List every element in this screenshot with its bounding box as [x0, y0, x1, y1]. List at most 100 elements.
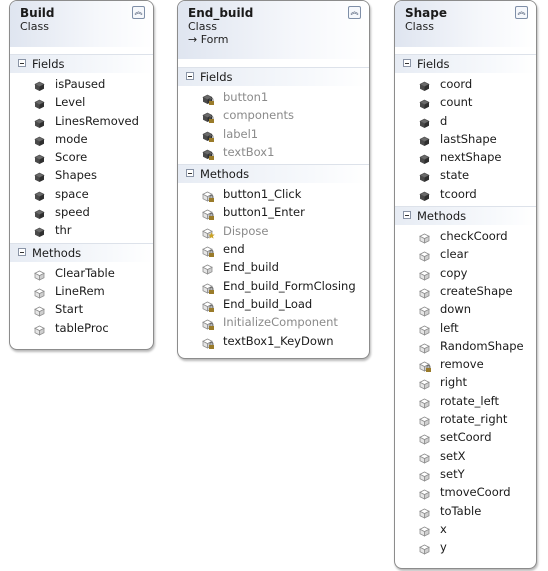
method-item[interactable]: rotate_right — [395, 410, 536, 428]
class-box-build[interactable]: Build Class ︽ Fields isPaused Level Line… — [9, 0, 154, 350]
method-item[interactable]: setY — [395, 465, 536, 483]
field-icon — [202, 92, 214, 105]
method-icon — [419, 506, 430, 519]
field-item[interactable]: coord — [395, 75, 536, 93]
member-name: mode — [55, 131, 88, 146]
method-icon — [34, 286, 45, 299]
section-title: Fields — [200, 70, 233, 84]
member-name: count — [440, 95, 473, 110]
field-item[interactable]: components — [178, 106, 369, 124]
method-icon — [419, 542, 430, 555]
method-icon — [419, 414, 430, 427]
method-item[interactable]: End_build_Load — [178, 295, 369, 313]
field-item[interactable]: tcoord — [395, 185, 536, 203]
method-item[interactable]: checkCoord — [395, 227, 536, 245]
method-icon — [419, 524, 430, 537]
field-item[interactable]: space — [10, 185, 153, 203]
member-name: tmoveCoord — [440, 485, 511, 500]
field-item[interactable]: thr — [10, 221, 153, 239]
field-item[interactable]: Shapes — [10, 166, 153, 184]
method-item[interactable]: x — [395, 520, 536, 538]
minus-box-icon[interactable] — [186, 169, 194, 178]
method-item[interactable]: LineRem — [10, 282, 153, 300]
method-item[interactable]: textBox1_KeyDown — [178, 332, 369, 350]
method-icon — [419, 396, 430, 409]
method-item[interactable]: toTable — [395, 502, 536, 520]
method-item[interactable]: Dispose — [178, 222, 369, 240]
double-chevron-up-icon[interactable]: ︽ — [132, 6, 145, 19]
methods-section-header[interactable]: Methods — [178, 164, 369, 184]
member-name: label1 — [223, 126, 259, 141]
method-item[interactable]: remove — [395, 355, 536, 373]
field-item[interactable]: button1 — [178, 88, 369, 106]
member-name: LineRem — [55, 283, 105, 298]
method-item[interactable]: tableProc — [10, 319, 153, 337]
method-item[interactable]: y — [395, 538, 536, 556]
method-icon — [419, 249, 430, 263]
method-item[interactable]: InitializeComponent — [178, 313, 369, 331]
member-name: ClearTable — [55, 265, 115, 280]
minus-box-icon[interactable] — [18, 247, 26, 256]
method-item[interactable]: button1_Click — [178, 185, 369, 203]
section-title: Methods — [417, 209, 467, 224]
member-name: button1_Enter — [223, 205, 305, 220]
fields-section-header[interactable]: Fields — [178, 67, 369, 86]
member-name: button1 — [223, 90, 269, 104]
field-item[interactable]: nextShape — [395, 148, 536, 166]
field-item[interactable]: Level — [10, 93, 153, 111]
method-icon — [419, 268, 430, 281]
field-icon — [202, 110, 214, 124]
minus-box-icon[interactable] — [186, 72, 194, 80]
method-item[interactable]: copy — [395, 264, 536, 282]
method-item[interactable]: tmoveCoord — [395, 483, 536, 501]
method-item[interactable]: RandomShape — [395, 337, 536, 355]
minus-box-icon[interactable] — [403, 211, 411, 220]
field-icon — [419, 116, 430, 128]
field-item[interactable]: lastShape — [395, 130, 536, 148]
field-item[interactable]: Score — [10, 148, 153, 166]
field-list: button1 components label1 textBox1 — [178, 86, 369, 164]
method-item[interactable]: ClearTable — [10, 264, 153, 282]
section-title: Fields — [32, 57, 65, 71]
method-icon — [419, 451, 430, 464]
method-icon — [419, 341, 430, 354]
method-item[interactable]: end — [178, 240, 369, 258]
method-item[interactable]: createShape — [395, 282, 536, 300]
fields-section-header[interactable]: Fields — [10, 54, 153, 73]
field-item[interactable]: count — [395, 93, 536, 111]
member-name: Dispose — [223, 223, 269, 238]
member-name: coord — [440, 77, 473, 91]
method-item[interactable]: End_build — [178, 258, 369, 276]
method-item[interactable]: rotate_left — [395, 392, 536, 410]
method-item[interactable]: button1_Enter — [178, 203, 369, 221]
field-item[interactable]: mode — [10, 130, 153, 148]
double-chevron-up-icon[interactable]: ︽ — [348, 6, 361, 19]
member-name: rotate_right — [440, 412, 508, 427]
method-item[interactable]: left — [395, 319, 536, 337]
field-item[interactable]: isPaused — [10, 75, 153, 93]
class-box-shape[interactable]: Shape Class ︽ Fields coord count d lastS… — [394, 0, 537, 569]
member-name: Start — [55, 302, 84, 317]
methods-section-header[interactable]: Methods — [10, 242, 153, 262]
methods-section-header[interactable]: Methods — [395, 206, 536, 226]
field-item[interactable]: label1 — [178, 125, 369, 143]
method-item[interactable]: setX — [395, 447, 536, 465]
class-box-end-build[interactable]: End_build Class → Form ︽ Fields button1 … — [177, 0, 370, 359]
method-item[interactable]: Start — [10, 300, 153, 318]
field-item[interactable]: LinesRemoved — [10, 112, 153, 130]
class-header: Shape Class ︽ — [395, 1, 536, 47]
field-item[interactable]: state — [395, 166, 536, 184]
field-item[interactable]: d — [395, 112, 536, 130]
minus-box-icon[interactable] — [403, 59, 411, 67]
class-name: End_build — [188, 6, 254, 20]
method-item[interactable]: setCoord — [395, 428, 536, 446]
minus-box-icon[interactable] — [18, 59, 26, 67]
method-item[interactable]: End_build_FormClosing — [178, 277, 369, 295]
double-chevron-up-icon[interactable]: ︽ — [515, 6, 528, 19]
field-item[interactable]: speed — [10, 203, 153, 221]
field-item[interactable]: textBox1 — [178, 143, 369, 161]
fields-section-header[interactable]: Fields — [395, 54, 536, 73]
method-item[interactable]: right — [395, 373, 536, 391]
method-item[interactable]: clear — [395, 245, 536, 263]
method-item[interactable]: down — [395, 300, 536, 318]
